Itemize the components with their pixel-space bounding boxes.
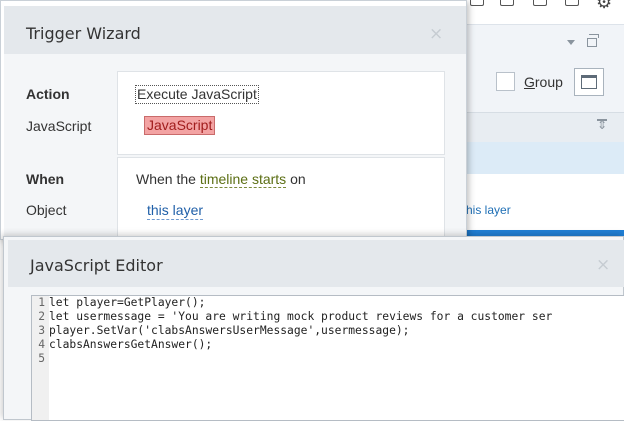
code-editor[interactable]: 1 let player=GetPlayer(); 2 let usermessag… (31, 295, 624, 421)
code-line[interactable]: 1 let player=GetPlayer(); (32, 296, 205, 310)
javascript-label: JavaScript (26, 118, 92, 134)
code-text: let player=GetPlayer(); (49, 296, 206, 309)
action-section-box (117, 71, 445, 155)
chevron-down-icon[interactable] (567, 40, 575, 45)
group-icon (581, 75, 597, 89)
group-label: Group (524, 74, 563, 90)
code-text: let usermessage = 'You are writing mock … (49, 310, 553, 323)
line-number: 2 (38, 310, 45, 323)
when-label: When (26, 171, 65, 187)
group-button[interactable] (574, 68, 604, 96)
when-sentence: When the timeline starts on (136, 171, 306, 188)
line-number: 5 (38, 352, 45, 365)
dialog-title: Trigger Wizard (26, 24, 141, 43)
code-line[interactable]: 4 clabsAnswersGetAnswer(); (32, 338, 212, 352)
group-checkbox[interactable] (496, 72, 515, 91)
code-text: clabsAnswersGetAnswer(); (49, 338, 213, 351)
device-icon[interactable] (533, 0, 547, 6)
gear-icon[interactable]: ⚙ (596, 0, 612, 13)
javascript-editor-dialog: JavaScript Editor × 1 let player=GetPlaye… (3, 236, 624, 421)
device-icon[interactable] (500, 0, 514, 6)
layer-link[interactable]: his layer (466, 203, 511, 217)
trigger-wizard-dialog: Trigger Wizard × Action Execute JavaScri… (0, 0, 467, 240)
trigger-wizard-titlebar[interactable]: Trigger Wizard × (4, 6, 466, 54)
dialog-title: JavaScript Editor (30, 256, 163, 275)
device-icon[interactable] (470, 0, 484, 6)
code-line[interactable]: 3 player.SetVar('clabsAnswersUserMessage'… (32, 324, 409, 338)
group-access-key: G (524, 74, 535, 90)
close-icon[interactable]: × (596, 255, 610, 275)
panel-row (466, 174, 624, 230)
line-number: 3 (38, 324, 45, 337)
restore-window-icon[interactable] (587, 34, 599, 47)
code-text: player.SetVar('clabsAnswersUserMessage',… (49, 324, 410, 337)
panel-row-selected (466, 142, 624, 174)
line-number: 1 (38, 296, 45, 309)
close-icon[interactable]: × (429, 24, 443, 44)
when-event-link[interactable]: timeline starts (199, 171, 287, 188)
device-icon[interactable] (565, 0, 579, 6)
when-section-box (117, 157, 445, 237)
javascript-editor-titlebar[interactable]: JavaScript Editor × (8, 240, 624, 287)
group-label-rest: roup (534, 74, 563, 90)
line-number: 4 (38, 338, 45, 351)
action-dropdown[interactable]: Execute JavaScript (135, 85, 259, 104)
when-suffix: on (286, 171, 306, 187)
when-prefix: When the (136, 171, 200, 187)
collapse-icon[interactable] (597, 118, 607, 133)
code-line[interactable]: 2 let usermessage = 'You are writing mock… (32, 310, 552, 324)
object-label: Object (26, 202, 67, 218)
code-line[interactable]: 5 (32, 352, 49, 366)
action-label: Action (26, 86, 70, 102)
object-link[interactable]: this layer (147, 202, 204, 220)
javascript-button[interactable]: JavaScript (144, 116, 216, 135)
